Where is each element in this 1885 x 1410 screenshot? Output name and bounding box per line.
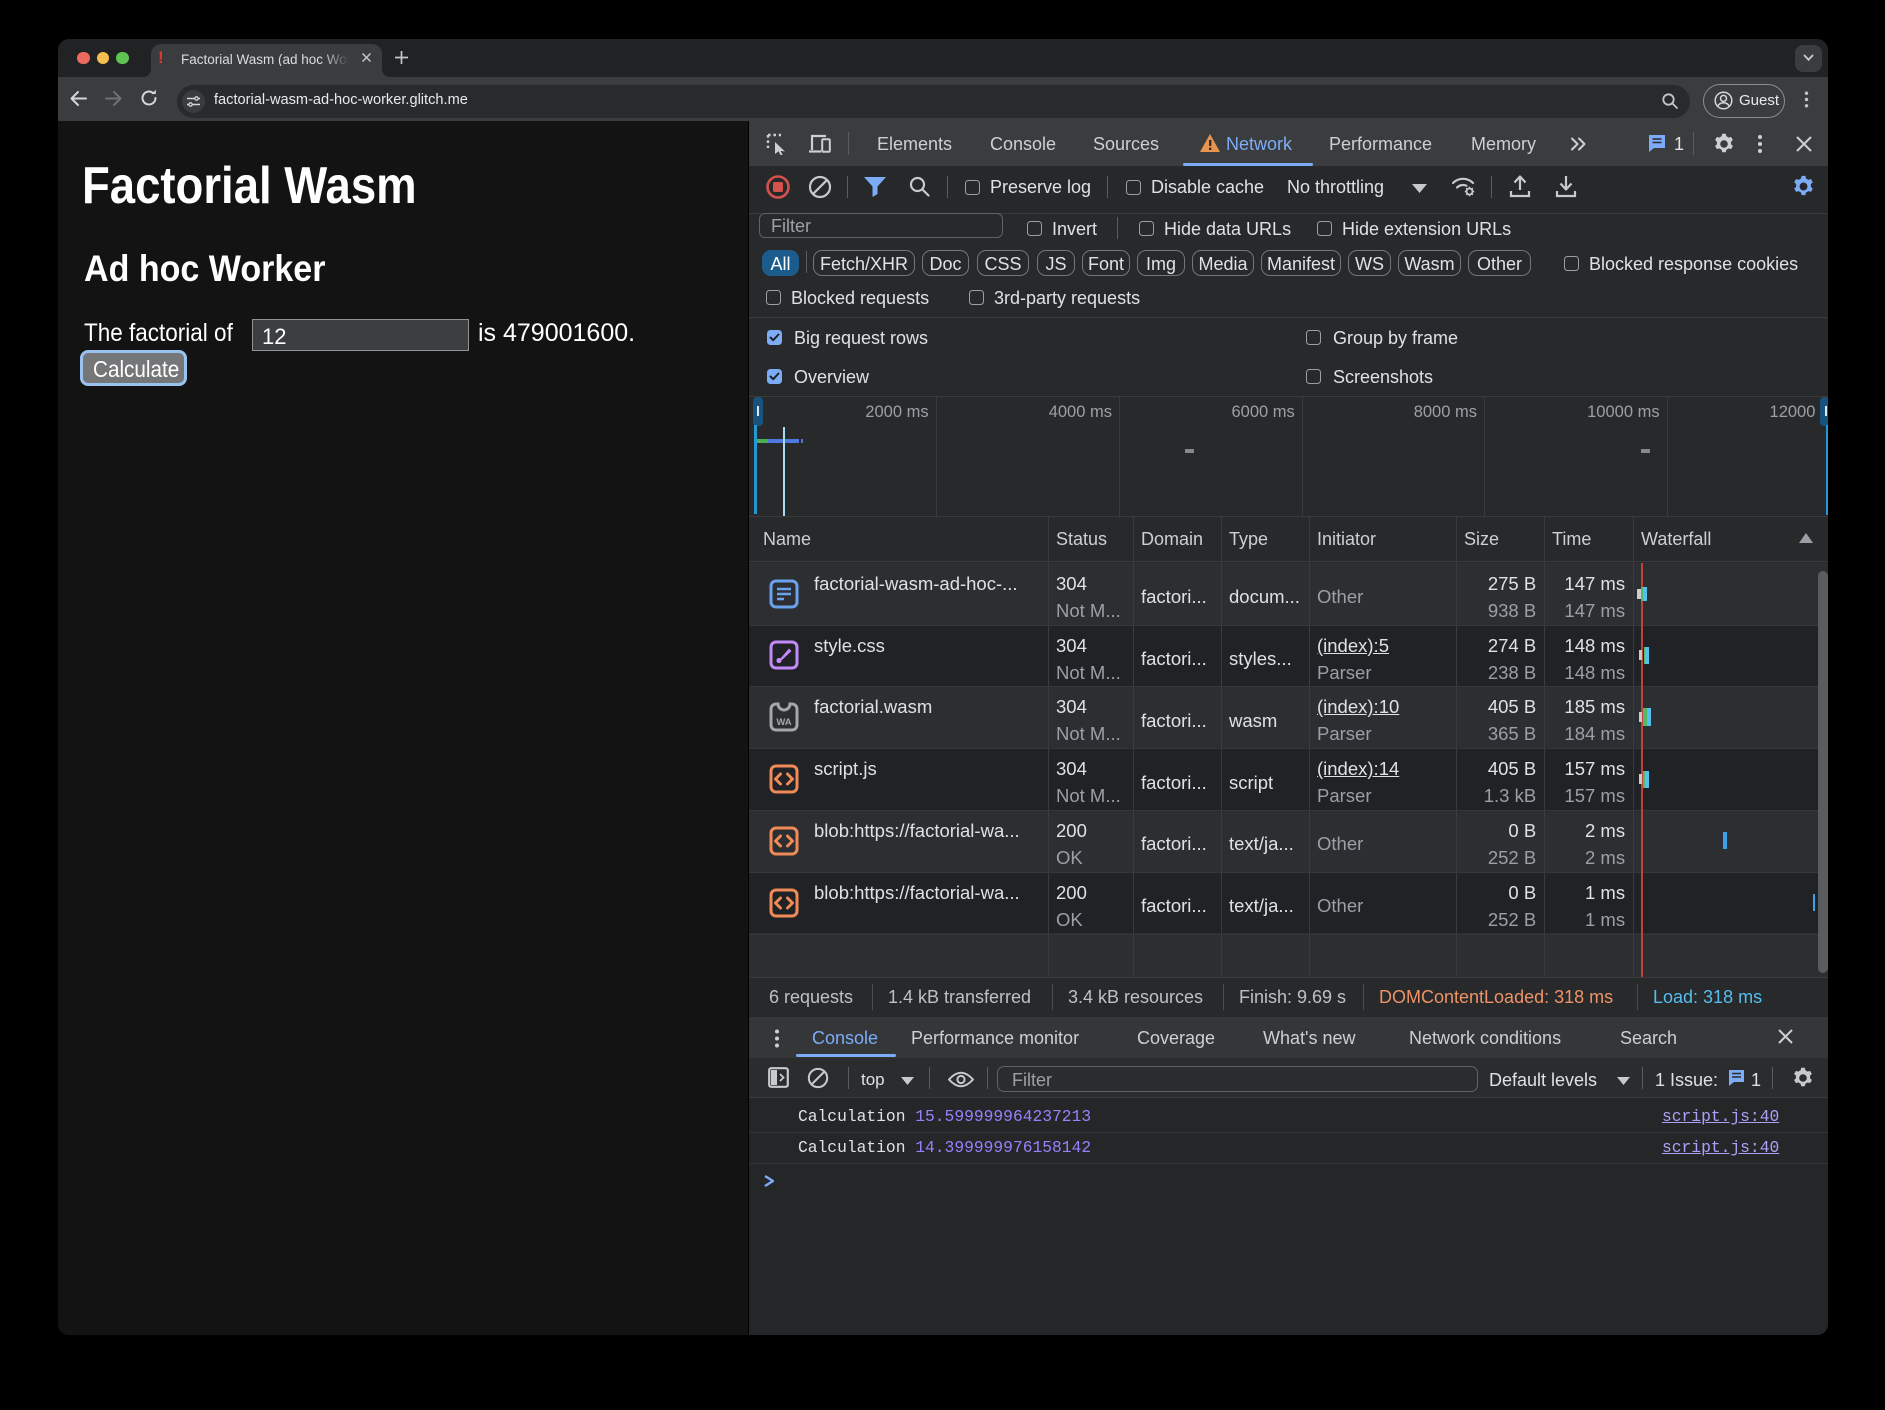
svg-text:WA: WA: [776, 717, 791, 728]
